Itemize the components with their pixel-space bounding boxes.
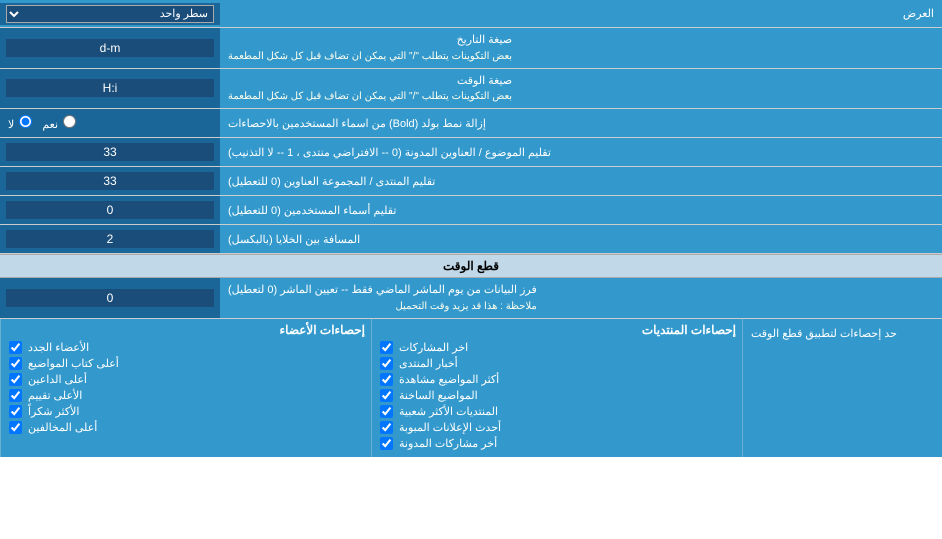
date-format-input-cell [0,28,220,68]
stats-cols: إحصاءات المنتديات اخر المشاركات أخبار ال… [0,319,742,457]
filter-label-cell: فرز البيانات من يوم الماشر الماضي فقط --… [220,278,942,318]
cb-item-classified-ads: أحدث الإعلانات المبوبة [378,421,736,434]
cb-blog-posts[interactable] [380,437,393,450]
cb-hot-topics[interactable] [380,389,393,402]
bold-label: إزالة نمط بولد (Bold) من اسماء المستخدمي… [220,109,942,137]
display-dropdown-cell: سطر واحد سطرين ثلاثة أسطر [0,3,220,25]
display-row: العرض سطر واحد سطرين ثلاثة أسطر [0,0,942,28]
cb-forum-news[interactable] [380,357,393,370]
cb-item-forum-news: أخبار المنتدى [378,357,736,370]
bold-radio-yes-label: نعم [42,115,78,131]
bold-row: إزالة نمط بولد (Bold) من اسماء المستخدمي… [0,109,942,138]
time-format-note: بعض التكوينات يتطلب "/" التي يمكن ان تضا… [228,89,512,104]
stats-col1-header: إحصاءات المنتديات [378,323,736,337]
cb-item-most-thanks: الأكثر شكراً [7,405,365,418]
date-format-note: بعض التكوينات يتطلب "/" التي يمكن ان تضا… [228,49,512,64]
page-wrapper: العرض سطر واحد سطرين ثلاثة أسطر صيغة الت… [0,0,942,457]
cb-popular-forums[interactable] [380,405,393,418]
users-input[interactable] [6,201,214,219]
cb-item-top-writers: أعلى كتاب المواضيع [7,357,365,370]
cb-item-popular-forums: المنتديات الأكثر شعبية [378,405,736,418]
gap-input[interactable] [6,230,214,248]
cb-top-writers[interactable] [9,357,22,370]
date-format-input[interactable] [6,39,214,57]
time-section-header: قطع الوقت [0,254,942,278]
bold-radio-cell: نعم لا [0,109,220,137]
time-format-label: صيغة الوقت [228,73,512,90]
cb-top-rated[interactable] [9,389,22,402]
date-format-row: صيغة التاريخ بعض التكوينات يتطلب "/" الت… [0,28,942,69]
display-select[interactable]: سطر واحد سطرين ثلاثة أسطر [6,5,214,23]
cb-most-thanks[interactable] [9,405,22,418]
date-format-label-cell: صيغة التاريخ بعض التكوينات يتطلب "/" الت… [220,28,942,68]
forum-label: تقليم المنتدى / المجموعة العناوين (0 للت… [220,167,942,195]
display-label: العرض [220,3,942,24]
time-format-input[interactable] [6,79,214,97]
users-input-cell [0,196,220,224]
time-format-label-cell: صيغة الوقت بعض التكوينات يتطلب "/" التي … [220,69,942,109]
forum-input[interactable] [6,172,214,190]
filter-note: ملاحظة : هذا قد يزيد وقت التحميل [228,299,537,314]
cb-item-blog-posts: أخر مشاركات المدونة [378,437,736,450]
cb-top-violators[interactable] [9,421,22,434]
users-label: تقليم أسماء المستخدمين (0 للتعطيل) [220,196,942,224]
stats-section: حد إحصاءات لتطبيق قطع الوقت إحصاءات المن… [0,319,942,457]
bold-radio-no[interactable] [19,115,32,128]
time-format-row: صيغة الوقت بعض التكوينات يتطلب "/" التي … [0,69,942,110]
filter-row: فرز البيانات من يوم الماشر الماضي فقط --… [0,278,942,319]
stats-col2-header: إحصاءات الأعضاء [7,323,365,337]
cb-item-top-violators: أعلى المخالفين [7,421,365,434]
stats-col-forums: إحصاءات المنتديات اخر المشاركات أخبار ال… [371,319,742,457]
filter-input-cell [0,278,220,318]
bold-radio-no-label: لا [8,115,34,131]
cb-item-last-posts: اخر المشاركات [378,341,736,354]
gap-input-cell [0,225,220,253]
date-format-label: صيغة التاريخ [228,32,512,49]
users-row: تقليم أسماء المستخدمين (0 للتعطيل) [0,196,942,225]
cb-item-most-viewed: أكثر المواضيع مشاهدة [378,373,736,386]
cb-item-top-rated: الأعلى تقييم [7,389,365,402]
bold-radio-yes[interactable] [63,115,76,128]
cb-classified-ads[interactable] [380,421,393,434]
gap-row: المسافة بين الخلايا (بالبكسل) [0,225,942,254]
topics-label: تقليم الموضوع / العناوين المدونة (0 -- ا… [220,138,942,166]
cb-item-hot-topics: المواضيع الساخنة [378,389,736,402]
forum-input-cell [0,167,220,195]
topics-input-cell [0,138,220,166]
cb-new-members[interactable] [9,341,22,354]
stats-col-members: إحصاءات الأعضاء الأعضاء الجدد أعلى كتاب … [0,319,371,457]
filter-label: فرز البيانات من يوم الماشر الماضي فقط --… [228,282,537,299]
cb-most-viewed[interactable] [380,373,393,386]
cb-top-inviters[interactable] [9,373,22,386]
gap-label: المسافة بين الخلايا (بالبكسل) [220,225,942,253]
time-format-input-cell [0,69,220,109]
topics-row: تقليم الموضوع / العناوين المدونة (0 -- ا… [0,138,942,167]
topics-input[interactable] [6,143,214,161]
cb-item-top-inviters: أعلى الداعين [7,373,365,386]
stats-limit-label: حد إحصاءات لتطبيق قطع الوقت [742,319,942,457]
cb-last-posts[interactable] [380,341,393,354]
cb-item-new-members: الأعضاء الجدد [7,341,365,354]
forum-row: تقليم المنتدى / المجموعة العناوين (0 للت… [0,167,942,196]
filter-input[interactable] [6,289,214,307]
